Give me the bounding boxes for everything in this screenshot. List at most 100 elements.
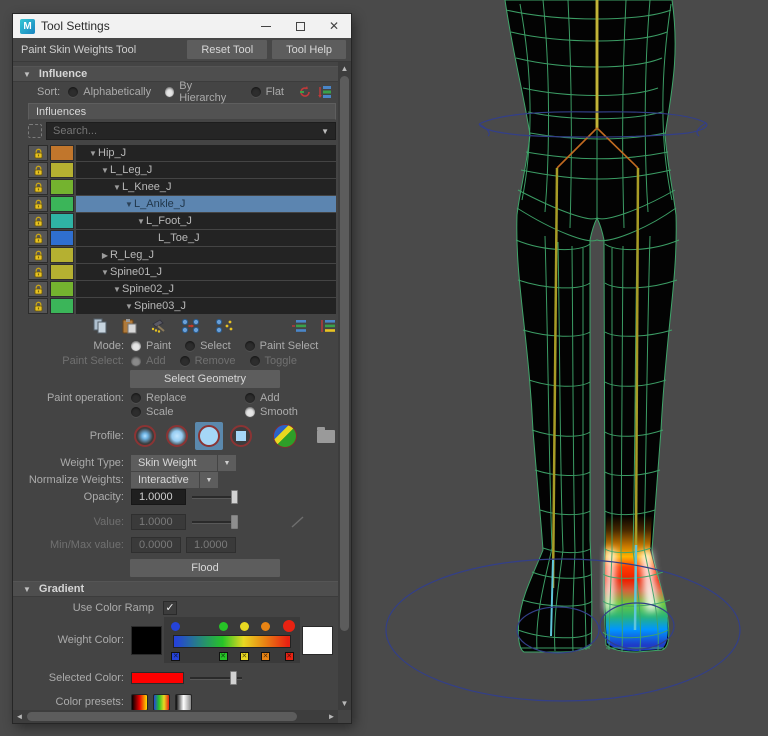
select-geometry-button[interactable]: Select Geometry [130,370,280,388]
normalize-weights-dropdown-arrow[interactable]: ▼ [200,472,218,488]
paint-operation-radio-replace[interactable]: Replace [131,392,237,404]
ramp-stop-handle[interactable] [261,622,270,631]
gradient-section-header[interactable]: ▼ Gradient [13,581,338,597]
influence-color-swatch[interactable] [50,230,74,246]
collapse-arrow-icon[interactable]: ▼ [136,217,146,226]
ramp-stop-delete[interactable]: ✕ [219,652,228,661]
refresh-sort-icon[interactable] [298,85,312,99]
lock-icon[interactable] [28,196,48,212]
weight-type-dropdown[interactable]: Skin Weight [131,455,217,471]
lock-icon[interactable] [28,230,48,246]
influence-row-L_Ankle_J[interactable]: ▼L_Ankle_J [28,196,336,212]
lock-icon[interactable] [28,145,48,161]
lock-icon[interactable] [28,298,48,314]
radio-icon[interactable] [68,87,78,97]
collapse-arrow-icon[interactable]: ▼ [100,268,110,277]
influence-color-swatch[interactable] [50,281,74,297]
close-button[interactable]: ✕ [317,14,351,38]
brush-profile-solid[interactable] [195,422,223,450]
ramp-stop-handle[interactable] [219,622,228,631]
opacity-input[interactable] [131,489,186,505]
paint-operation-radio-add[interactable]: Add [245,392,338,404]
weight-type-dropdown-arrow[interactable]: ▼ [218,455,236,471]
window-titlebar[interactable]: M Tool Settings ✕ [13,14,351,38]
ramp-stop-handle[interactable] [240,622,249,631]
influence-name-cell[interactable]: ▼L_Ankle_J [76,196,336,212]
reset-tool-button[interactable]: Reset Tool [187,40,267,59]
vertical-scrollbar-thumb[interactable] [340,76,349,631]
influence-color-swatch[interactable] [50,162,74,178]
browse-brush-folder-icon[interactable] [317,430,335,443]
influence-color-swatch[interactable] [50,298,74,314]
influence-color-swatch[interactable] [50,196,74,212]
influence-name-cell[interactable]: L_Toe_J [76,230,336,246]
influence-row-L_Knee_J[interactable]: ▼L_Knee_J [28,179,336,195]
selected-color-slider[interactable] [190,671,242,685]
influence-row-Spine03_J[interactable]: ▼Spine03_J [28,298,336,314]
search-input[interactable] [47,125,315,137]
color-ramp-gradient[interactable] [173,635,291,648]
influence-color-swatch[interactable] [50,247,74,263]
collapse-arrow-icon[interactable]: ▼ [100,166,110,175]
ramp-stop-delete[interactable]: ✕ [285,652,294,661]
influence-name-cell[interactable]: ▶R_Leg_J [76,247,336,263]
influence-name-cell[interactable]: ▼L_Foot_J [76,213,336,229]
radio-icon[interactable] [131,407,141,417]
maximize-button[interactable] [283,14,317,38]
scroll-up-icon[interactable]: ▲ [338,62,351,75]
influence-row-L_Leg_J[interactable]: ▼L_Leg_J [28,162,336,178]
sort-radio-flat[interactable]: Flat [251,80,284,104]
mode-radio-paint-select[interactable]: Paint Select [245,340,319,352]
flood-button[interactable]: Flood [130,559,280,577]
move-weights-icon[interactable] [181,318,201,334]
brush-profile-soft[interactable] [163,422,191,450]
mode-radio-paint[interactable]: Paint [131,340,171,352]
paint-operation-radio-scale[interactable]: Scale [131,406,237,418]
color-ramp-widget[interactable]: ✕✕✕✕✕ [164,617,300,663]
color-preset-black-red-yellow[interactable] [131,694,148,711]
weight-color-white-swatch[interactable] [302,626,333,655]
collapse-arrow-icon[interactable]: ▼ [88,149,98,158]
influence-color-swatch[interactable] [50,145,74,161]
lock-icon[interactable] [28,264,48,280]
weight-color-black-swatch[interactable] [131,626,162,655]
tool-help-button[interactable]: Tool Help [272,40,346,59]
lock-icon[interactable] [28,213,48,229]
radio-icon[interactable] [245,341,255,351]
radio-icon[interactable] [251,87,261,97]
influence-row-R_Leg_J[interactable]: ▶R_Leg_J [28,247,336,263]
opacity-slider[interactable] [192,490,238,504]
scroll-left-icon[interactable]: ◄ [13,710,26,723]
use-color-ramp-checkbox[interactable]: ✓ [163,601,177,615]
color-preset-rainbow[interactable] [153,694,170,711]
collapse-arrow-icon[interactable]: ▼ [112,285,122,294]
color-preset-grayscale[interactable] [175,694,192,711]
ramp-stop-delete[interactable]: ✕ [240,652,249,661]
influence-name-cell[interactable]: ▼Hip_J [76,145,336,161]
radio-icon[interactable] [245,407,255,417]
lock-icon[interactable] [28,162,48,178]
scroll-right-icon[interactable]: ► [325,710,338,723]
horizontal-scrollbar-thumb[interactable] [27,712,297,721]
influence-name-cell[interactable]: ▼Spine03_J [76,298,336,314]
influence-row-L_Foot_J[interactable]: ▼L_Foot_J [28,213,336,229]
vertical-scrollbar[interactable]: ▲ ▼ [338,62,351,710]
lock-icon[interactable] [28,281,48,297]
lock-icon[interactable] [28,179,48,195]
radio-icon[interactable] [165,87,174,97]
influence-color-swatch[interactable] [50,264,74,280]
show-influence-icon[interactable] [214,318,234,334]
collapse-arrow-icon[interactable]: ▼ [112,183,122,192]
copy-weights-icon[interactable] [92,318,108,334]
ramp-stop-delete[interactable]: ✕ [261,652,270,661]
horizontal-scrollbar[interactable]: ◄ ► [13,710,338,723]
selected-color-swatch[interactable] [131,672,184,684]
radio-icon[interactable] [131,393,141,403]
normalize-weights-dropdown[interactable]: Interactive [131,472,199,488]
ramp-stop-handle[interactable] [171,622,180,631]
minimize-button[interactable] [249,14,283,38]
weight-hammer-icon[interactable] [150,318,168,334]
sort-radio-by-hierarchy[interactable]: By Hierarchy [165,80,237,104]
right-ankle-joint[interactable] [635,545,636,630]
radio-icon[interactable] [185,341,195,351]
